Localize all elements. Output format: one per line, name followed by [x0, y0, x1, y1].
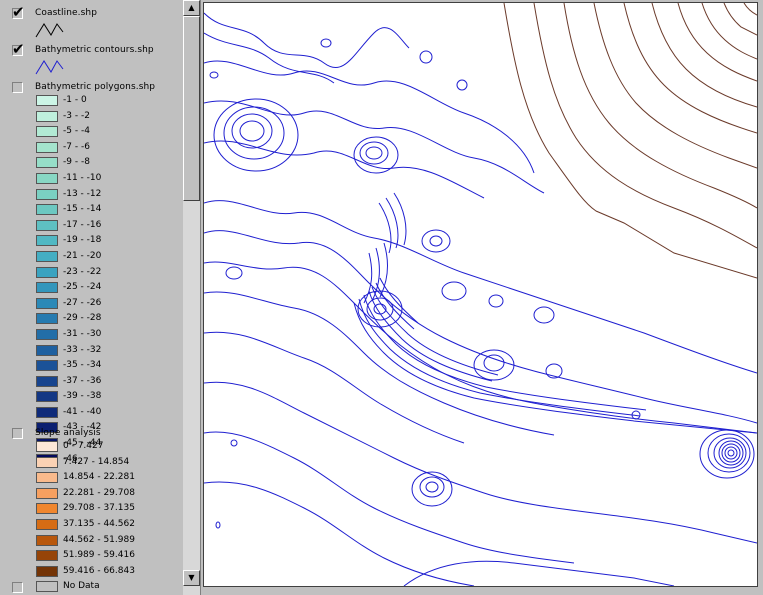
line-symbol-icon: [35, 23, 64, 38]
layer-visibility-checkbox[interactable]: ✔: [12, 3, 25, 21]
legend-swatch: [36, 565, 58, 577]
legend-label: -25 - -24: [63, 282, 102, 293]
scroll-thumb[interactable]: [183, 16, 200, 201]
legend-swatch: [36, 360, 58, 372]
legend-label: -29 - -28: [63, 313, 102, 324]
legend-label: -27 - -26: [63, 297, 102, 308]
layer-name: Bathymetric contours.shp: [35, 45, 154, 55]
legend-swatch: [36, 172, 58, 184]
toc-vertical-scrollbar[interactable]: ▲ ▼: [183, 0, 200, 595]
legend-swatch: [36, 157, 58, 169]
layer-coastline: ✔ Coastline.shp: [12, 3, 182, 42]
legend-label: -19 - -18: [63, 235, 102, 246]
legend-label: -1 - 0: [63, 95, 87, 105]
legend-swatch: [36, 313, 58, 325]
legend-swatch: [36, 441, 58, 452]
legend-label: 44.562 - 51.989: [63, 534, 135, 545]
layer-visibility-checkbox[interactable]: [12, 82, 23, 93]
map-view[interactable]: [203, 2, 758, 587]
bathymetric-contours-layer: [204, 12, 757, 586]
layer-slope-analysis: Slope analysis 0 - 7.427 7.427 - 14.854 …: [12, 426, 182, 593]
legend-swatch: [36, 235, 58, 247]
legend-label: 51.989 - 59.416: [63, 550, 135, 561]
legend-swatch: [36, 219, 58, 231]
legend-label: 0 - 7.427: [63, 441, 104, 451]
legend-swatch: [36, 518, 58, 530]
legend-swatch: [36, 126, 58, 138]
legend-label: 29.708 - 37.135: [63, 503, 135, 514]
legend-label: -35 - -34: [63, 360, 102, 371]
legend-swatch: [36, 406, 58, 418]
layer-visibility-checkbox[interactable]: ✔: [12, 40, 25, 58]
legend-swatch: [36, 266, 58, 278]
legend-swatch: [36, 141, 58, 153]
legend-swatch: [36, 472, 58, 484]
line-symbol-icon: [35, 60, 64, 75]
layer-name: Slope analysis: [35, 428, 101, 438]
legend-swatch: [36, 297, 58, 309]
legend-swatch: [36, 534, 58, 546]
legend-swatch: [36, 282, 58, 294]
map-canvas[interactable]: [204, 3, 757, 586]
legend-label: -15 - -14: [63, 204, 102, 215]
layer-bathymetric-contours: ✔ Bathymetric contours.shp: [12, 42, 182, 78]
check-mark-icon: ✔: [12, 3, 25, 21]
legend-label: -5 - -4: [63, 126, 90, 137]
legend-label: -33 - -32: [63, 344, 102, 355]
legend-swatch: [36, 95, 58, 106]
legend-label: -39 - -38: [63, 391, 102, 402]
legend-label: -13 - -12: [63, 188, 102, 199]
layer-bathymetric-polygons: Bathymetric polygons.shp -1 - 0 -3 - -2 …: [12, 80, 182, 465]
legend-label: 37.135 - 44.562: [63, 518, 135, 529]
legend-swatch: [36, 328, 58, 340]
legend-label: -23 - -22: [63, 266, 102, 277]
legend-swatch: [36, 503, 58, 515]
legend-swatch: [36, 250, 58, 262]
legend-swatch: [36, 487, 58, 499]
legend-label: -17 - -16: [63, 219, 102, 230]
legend-label: 7.427 - 14.854: [63, 456, 130, 467]
arrow-down-icon: ▼: [188, 573, 195, 582]
legend-swatch: [36, 581, 58, 593]
legend-swatch: [36, 456, 58, 468]
layer-visibility-checkbox[interactable]: [12, 428, 23, 439]
legend-swatch: [36, 110, 58, 122]
legend-label: -31 - -30: [63, 328, 102, 339]
legend-swatch: [36, 188, 58, 200]
coastline-layer: [503, 3, 757, 279]
toc-list: ✔ Coastline.shp ✔ Bathymetric contours.s…: [0, 0, 182, 595]
legend-label: -41 - -40: [63, 406, 102, 417]
legend-label: -37 - -36: [63, 375, 102, 386]
legend-swatch: [36, 550, 58, 562]
scroll-down-button[interactable]: ▼: [183, 570, 200, 586]
check-mark-icon: ✔: [12, 40, 25, 58]
layer-name: Coastline.shp: [35, 8, 98, 18]
legend-label: 22.281 - 29.708: [63, 487, 135, 498]
legend-label: -3 - -2: [63, 110, 90, 121]
legend-label: -7 - -6: [63, 141, 90, 152]
legend-swatch: [36, 375, 58, 387]
scroll-up-button[interactable]: ▲: [183, 0, 200, 16]
layer-visibility-checkbox[interactable]: [12, 582, 23, 593]
legend-swatch: [36, 391, 58, 403]
legend-swatch: [36, 204, 58, 216]
arrow-up-icon: ▲: [188, 3, 195, 12]
legend-label: 14.854 - 22.281: [63, 472, 135, 483]
legend-swatch: [36, 344, 58, 356]
legend-label: -21 - -20: [63, 250, 102, 261]
legend-label: -11 - -10: [63, 172, 102, 183]
table-of-contents: ✔ Coastline.shp ✔ Bathymetric contours.s…: [0, 0, 201, 595]
layer-name: Bathymetric polygons.shp: [35, 82, 156, 92]
legend-label: No Data: [63, 581, 100, 592]
legend-label: -9 - -8: [63, 157, 90, 168]
legend-label: 59.416 - 66.843: [63, 565, 135, 576]
